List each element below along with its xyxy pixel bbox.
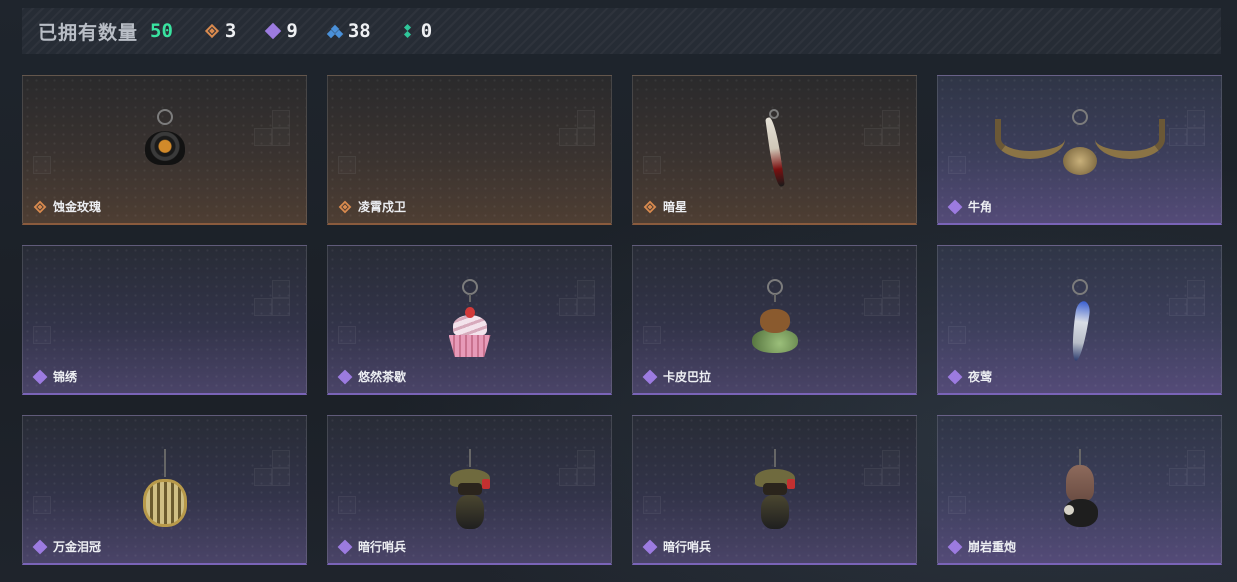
charm-name-label: 崩岩重炮 bbox=[968, 540, 1017, 554]
purple-rarity-count: 9 bbox=[286, 20, 298, 42]
charm-card[interactable]: 夜莺 bbox=[937, 245, 1222, 395]
charm-image bbox=[1045, 449, 1115, 534]
charm-image bbox=[435, 109, 505, 194]
charm-image bbox=[994, 109, 1165, 194]
owned-count-value: 50 bbox=[150, 20, 173, 42]
charm-grid: 蚀金玫瑰 凌霄戍卫 暗星 牛角锦绣 悠然茶歇 卡皮巴拉 夜莺万金泪冠 暗行哨兵 暗行哨兵 崩岩重炮 bbox=[22, 75, 1222, 565]
charm-card[interactable]: 牛角 bbox=[937, 75, 1222, 225]
collection-summary-bar: 已拥有数量 50 3 9 38 0 bbox=[22, 8, 1221, 54]
charm-name-label: 悠然茶歇 bbox=[358, 370, 407, 384]
orange-rarity-icon bbox=[204, 23, 219, 39]
purple-rarity-icon bbox=[947, 369, 963, 384]
charm-name: 牛角 bbox=[947, 198, 993, 215]
charm-name: 崩岩重炮 bbox=[947, 538, 1017, 555]
purple-rarity-icon bbox=[642, 369, 658, 384]
charm-name-label: 牛角 bbox=[968, 200, 993, 214]
charm-card[interactable]: 蚀金玫瑰 bbox=[22, 75, 307, 225]
blue-rarity-icon bbox=[326, 24, 344, 39]
charm-name-label: 夜莺 bbox=[968, 370, 993, 384]
charm-name-label: 卡皮巴拉 bbox=[663, 370, 712, 384]
orange-rarity-icon bbox=[33, 200, 47, 213]
charm-card[interactable]: 暗行哨兵 bbox=[327, 415, 612, 565]
charm-image bbox=[1045, 279, 1115, 364]
green-rarity-count: 0 bbox=[420, 20, 433, 42]
charm-card[interactable]: 暗行哨兵 bbox=[632, 415, 917, 565]
charm-name: 万金泪冠 bbox=[32, 538, 102, 555]
green-rarity-stat: 0 bbox=[401, 20, 432, 42]
charm-name: 锦绣 bbox=[32, 368, 78, 385]
purple-rarity-stat: 9 bbox=[265, 20, 298, 42]
charm-image bbox=[740, 109, 810, 194]
charm-card[interactable]: 暗星 bbox=[632, 75, 917, 225]
charm-name-label: 暗行哨兵 bbox=[358, 540, 407, 554]
purple-rarity-icon bbox=[642, 539, 658, 554]
charm-name-label: 凌霄戍卫 bbox=[358, 200, 407, 214]
purple-rarity-icon bbox=[265, 22, 282, 40]
blue-rarity-count: 38 bbox=[347, 20, 371, 42]
charm-card[interactable]: 卡皮巴拉 bbox=[632, 245, 917, 395]
charm-name-label: 锦绣 bbox=[53, 370, 78, 384]
charm-image bbox=[435, 279, 505, 364]
orange-rarity-icon bbox=[643, 200, 657, 213]
purple-rarity-icon bbox=[337, 539, 353, 554]
charm-name: 蚀金玫瑰 bbox=[33, 198, 101, 215]
charm-collection-page: 已拥有数量 50 3 9 38 0 蚀金玫瑰 凌霄戍卫 暗星 牛角 锦绣悠然茶歇… bbox=[0, 0, 1237, 582]
charm-image bbox=[740, 449, 810, 534]
charm-name: 凌霄戍卫 bbox=[338, 198, 406, 215]
purple-rarity-icon bbox=[947, 539, 963, 554]
charm-name: 卡皮巴拉 bbox=[642, 368, 712, 385]
charm-image bbox=[130, 279, 200, 364]
charm-name-label: 万金泪冠 bbox=[53, 540, 102, 554]
blue-rarity-stat: 38 bbox=[326, 20, 371, 42]
purple-rarity-icon bbox=[337, 369, 353, 384]
charm-image bbox=[130, 109, 200, 194]
charm-name: 暗行哨兵 bbox=[642, 538, 712, 555]
charm-name: 暗星 bbox=[643, 198, 687, 215]
charm-card[interactable]: 崩岩重炮 bbox=[937, 415, 1222, 565]
charm-card[interactable]: 凌霄戍卫 bbox=[327, 75, 612, 225]
purple-rarity-icon bbox=[32, 539, 48, 554]
charm-name: 夜莺 bbox=[947, 368, 993, 385]
charm-card[interactable]: 万金泪冠 bbox=[22, 415, 307, 565]
owned-count-label: 已拥有数量 bbox=[38, 22, 139, 44]
charm-image bbox=[435, 449, 505, 534]
charm-card[interactable]: 悠然茶歇 bbox=[327, 245, 612, 395]
charm-image bbox=[130, 449, 200, 534]
orange-rarity-count: 3 bbox=[224, 20, 237, 42]
purple-rarity-icon bbox=[947, 199, 963, 214]
orange-rarity-icon bbox=[338, 200, 352, 213]
charm-name-label: 暗星 bbox=[663, 200, 688, 214]
charm-image bbox=[740, 279, 810, 364]
purple-rarity-icon bbox=[32, 369, 48, 384]
charm-name: 悠然茶歇 bbox=[337, 368, 407, 385]
charm-card[interactable]: 锦绣 bbox=[22, 245, 307, 395]
charm-name-label: 暗行哨兵 bbox=[663, 540, 712, 554]
orange-rarity-stat: 3 bbox=[204, 20, 237, 42]
charm-name: 暗行哨兵 bbox=[337, 538, 407, 555]
green-rarity-icon bbox=[401, 23, 415, 39]
charm-name-label: 蚀金玫瑰 bbox=[53, 200, 102, 214]
